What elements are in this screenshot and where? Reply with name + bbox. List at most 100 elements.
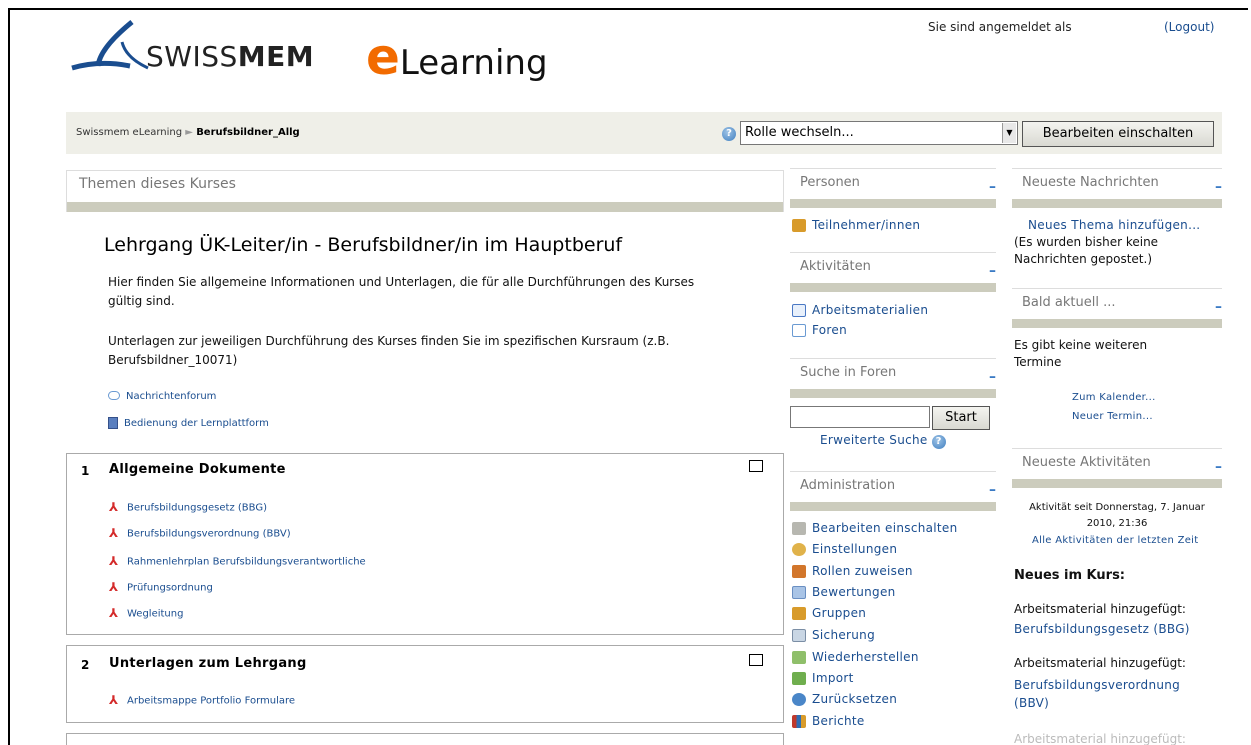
section-number: 1 (81, 464, 90, 478)
section-toggle-checkbox[interactable] (749, 460, 763, 472)
groups-icon (792, 607, 806, 620)
grades-icon (792, 586, 806, 599)
breadcrumb: Swissmem eLearning ► Berufsbildner_Allg (76, 127, 300, 138)
help-icon[interactable]: ? (722, 127, 736, 141)
search-start-button[interactable]: Start (932, 406, 990, 430)
admin-label: Rollen zuweisen (812, 564, 913, 578)
pdf-icon: ⅄ (109, 580, 119, 594)
breadcrumb-home-link[interactable]: Swissmem eLearning (76, 127, 182, 138)
minimize-icon[interactable]: – (1215, 179, 1222, 195)
reports-icon (792, 715, 806, 728)
alle-aktivitaeten-link[interactable]: Alle Aktivitäten der letzten Zeit (1032, 535, 1198, 546)
course-section-1: 1 Allgemeine Dokumente ⅄ Berufsbildungsge… (66, 453, 784, 635)
site-logo[interactable]: SWISSMEM eLearning (70, 12, 590, 92)
section-number: 2 (81, 658, 90, 672)
section-title: Unterlagen zum Lehrgang (109, 656, 307, 671)
minimize-icon[interactable]: – (1215, 299, 1222, 315)
file-link-label: Arbeitsmappe Portfolio Formulare (127, 695, 296, 707)
pdf-icon: ⅄ (109, 554, 119, 568)
document-icon (108, 416, 118, 429)
news-link[interactable]: Berufsbildungsverordnung (BBV) (1014, 676, 1214, 712)
section-toggle-checkbox[interactable] (749, 654, 763, 666)
admin-label: Import (812, 671, 854, 685)
minimize-icon[interactable]: – (989, 179, 996, 195)
admin-label: Gruppen (812, 606, 867, 620)
chevron-down-icon[interactable]: ▼ (1002, 123, 1016, 143)
topics-header: Themen dieses Kurses (66, 170, 784, 212)
block-suche-header: Suche in Foren – (790, 358, 996, 398)
arbeitsmaterialien-label: Arbeitsmaterialien (812, 303, 929, 317)
role-select-value: Rolle wechseln... (745, 125, 854, 140)
news-label-cut: Arbeitsmaterial hinzugefügt: (1014, 732, 1186, 745)
section-file-link[interactable]: ⅄ Berufsbildungsgesetz (BBG) (109, 501, 267, 514)
admin-wiederherstellen-link[interactable]: Wiederherstellen (792, 650, 919, 664)
minimize-icon[interactable]: – (1215, 459, 1222, 475)
pdf-icon: ⅄ (109, 500, 119, 514)
intro-link-platform[interactable]: Bedienung der Lernplattform (108, 415, 269, 429)
section-file-link[interactable]: ⅄ Arbeitsmappe Portfolio Formulare (109, 694, 295, 707)
forum-icon (108, 391, 120, 400)
block-title: Neueste Nachrichten (1022, 175, 1159, 190)
edit-mode-button[interactable]: Bearbeiten einschalten (1022, 121, 1214, 147)
logout-link[interactable]: (Logout) (1164, 20, 1214, 34)
minimize-icon[interactable]: – (989, 263, 996, 279)
section-file-link[interactable]: ⅄ Berufsbildungsverordnung (BBV) (109, 527, 291, 540)
file-link-label: Rahmenlehrplan Berufsbildungsverantwortl… (127, 556, 366, 568)
backup-icon (792, 629, 806, 642)
reset-icon (792, 693, 806, 706)
intro-link-forum[interactable]: Nachrichtenforum (108, 388, 216, 402)
kalender-link[interactable]: Zum Kalender... (1072, 392, 1156, 403)
erweiterte-suche-link[interactable]: Erweiterte Suche ? (820, 433, 946, 449)
section-file-link[interactable]: ⅄ Prüfungsordnung (109, 581, 213, 594)
resources-icon (792, 304, 806, 317)
admin-zuruecksetzen-link[interactable]: Zurücksetzen (792, 692, 897, 706)
news-link[interactable]: Berufsbildungsgesetz (BBG) (1014, 622, 1190, 636)
course-section-2: 2 Unterlagen zum Lehrgang ⅄ Arbeitsmappe … (66, 645, 784, 723)
block-title: Suche in Foren (800, 365, 897, 380)
foren-link[interactable]: Foren (792, 323, 847, 337)
section-file-link[interactable]: ⅄ Rahmenlehrplan Berufsbildungsverantwort… (109, 555, 366, 568)
neues-thema-link[interactable]: Neues Thema hinzufügen... (1028, 218, 1200, 232)
admin-sicherung-link[interactable]: Sicherung (792, 628, 875, 642)
breadcrumb-current: Berufsbildner_Allg (196, 127, 300, 138)
block-title: Aktivitäten (800, 259, 871, 274)
forum-search-input[interactable] (790, 406, 930, 428)
admin-bearbeiten-link[interactable]: Bearbeiten einschalten (792, 521, 958, 535)
roles-icon (792, 565, 806, 578)
neues-im-kurs-heading: Neues im Kurs: (1014, 568, 1126, 583)
file-link-label: Wegleitung (127, 608, 184, 620)
section-file-link[interactable]: ⅄ Wegleitung (109, 607, 183, 620)
pdf-icon: ⅄ (109, 693, 119, 707)
course-section-3 (66, 733, 784, 745)
minimize-icon[interactable]: – (989, 369, 996, 385)
block-personen-header: Personen – (790, 168, 996, 208)
block-aktivitaeten-recent-header: Neueste Aktivitäten – (1012, 448, 1222, 488)
admin-label: Einstellungen (812, 542, 898, 556)
block-title: Personen (800, 175, 860, 190)
gear-icon (792, 543, 806, 556)
help-icon[interactable]: ? (931, 435, 946, 449)
neuer-termin-link[interactable]: Neuer Termin... (1072, 411, 1153, 422)
admin-gruppen-link[interactable]: Gruppen (792, 606, 866, 620)
block-nachrichten-header: Neueste Nachrichten – (1012, 168, 1222, 208)
news-label: Arbeitsmaterial hinzugefügt: (1014, 602, 1186, 616)
admin-rollen-link[interactable]: Rollen zuweisen (792, 564, 913, 578)
admin-berichte-link[interactable]: Berichte (792, 714, 865, 728)
teilnehmer-link[interactable]: Teilnehmer/innen (792, 218, 920, 232)
role-select[interactable]: Rolle wechseln... ▼ (740, 121, 1018, 145)
block-title: Bald aktuell ... (1022, 295, 1116, 310)
users-icon (792, 219, 806, 232)
teilnehmer-label: Teilnehmer/innen (812, 218, 921, 232)
admin-einstellungen-link[interactable]: Einstellungen (792, 542, 897, 556)
arbeitsmaterialien-link[interactable]: Arbeitsmaterialien (792, 303, 928, 317)
minimize-icon[interactable]: – (989, 482, 996, 498)
keine-termine-text: Es gibt keine weiteren Termine (1014, 338, 1148, 369)
admin-bewertungen-link[interactable]: Bewertungen (792, 585, 896, 599)
admin-import-link[interactable]: Import (792, 671, 854, 685)
admin-label: Bewertungen (812, 585, 896, 599)
file-link-label: Berufsbildungsgesetz (BBG) (127, 502, 267, 514)
block-title: Neueste Aktivitäten (1022, 455, 1151, 470)
intro-link-label: Bedienung der Lernplattform (124, 418, 269, 429)
block-title: Administration (800, 478, 896, 493)
keine-nachrichten-text: (Es wurden bisher keine Nachrichten gepo… (1014, 235, 1159, 266)
